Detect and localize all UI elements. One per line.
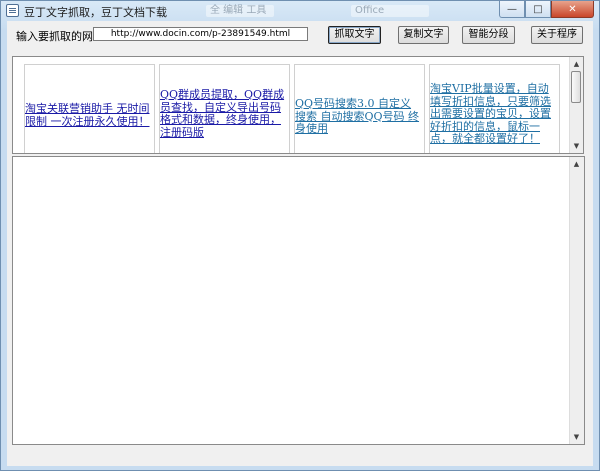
ad-item: QQ群成员提取，QQ群成员查找，自定义导出号码格式和数据，终身使用，注册码版 <box>159 64 290 153</box>
smart-paragraph-button[interactable]: 智能分段 <box>462 26 515 44</box>
down-arrow-icon[interactable]: ▼ <box>570 431 583 443</box>
fetch-text-button[interactable]: 抓取文字 <box>328 26 381 44</box>
output-scrollbar[interactable]: ▲ ▼ <box>569 157 584 444</box>
ad-item: 淘宝VIP批量设置，自动填写折扣信息，只要筛选出需要设置的宝贝，设置好折扣的信息… <box>429 64 560 153</box>
ad-link[interactable]: 淘宝VIP批量设置，自动填写折扣信息，只要筛选出需要设置的宝贝，设置好折扣的信息… <box>430 82 557 146</box>
maximize-button[interactable]: □ <box>525 1 551 18</box>
window-controls: — □ ✕ <box>499 1 594 19</box>
ad-panel-scrollbar[interactable]: ▲ ▼ <box>569 57 583 153</box>
scrollbar-thumb[interactable] <box>571 71 581 103</box>
minimize-button[interactable]: — <box>499 1 525 18</box>
ad-link[interactable]: QQ号码搜索3.0 自定义搜索 自动搜索QQ号码 终身使用 <box>295 97 422 136</box>
copy-text-button[interactable]: 复制文字 <box>398 26 449 44</box>
up-arrow-icon[interactable]: ▲ <box>570 158 583 170</box>
title-bar[interactable]: 豆丁文字抓取，豆丁文档下载 全 编辑 工具 Office — □ ✕ <box>1 1 599 21</box>
app-window-icon <box>6 4 19 17</box>
background-tab-ghost: 全 编辑 工具 <box>206 5 274 17</box>
ad-link[interactable]: QQ群成员提取，QQ群成员查找，自定义导出号码格式和数据，终身使用，注册码版 <box>160 88 287 139</box>
main-window: 豆丁文字抓取，豆丁文档下载 全 编辑 工具 Office — □ ✕ 输入要抓取… <box>0 0 600 471</box>
output-text-area[interactable]: ▲ ▼ <box>12 156 585 445</box>
background-tab-ghost: Office <box>351 5 429 17</box>
close-button[interactable]: ✕ <box>551 1 594 18</box>
url-input[interactable] <box>93 27 308 41</box>
about-button[interactable]: 关于程序 <box>531 26 583 44</box>
window-title: 豆丁文字抓取，豆丁文档下载 <box>24 6 167 19</box>
up-arrow-icon[interactable]: ▲ <box>570 58 583 70</box>
down-arrow-icon[interactable]: ▼ <box>570 140 583 152</box>
ad-panel: 淘宝关联营销助手 无时间限制 一次注册永久使用！ QQ群成员提取，QQ群成员查找… <box>12 56 584 154</box>
url-label: 输入要抓取的网址 <box>16 30 104 43</box>
ad-item: QQ号码搜索3.0 自定义搜索 自动搜索QQ号码 终身使用 <box>294 64 425 153</box>
ad-link[interactable]: 淘宝关联营销助手 无时间限制 一次注册永久使用！ <box>25 102 152 128</box>
client-area: 输入要抓取的网址 抓取文字 复制文字 智能分段 关于程序 淘宝关联营销助手 无时… <box>7 21 593 466</box>
ad-item: 淘宝关联营销助手 无时间限制 一次注册永久使用！ <box>24 64 155 153</box>
